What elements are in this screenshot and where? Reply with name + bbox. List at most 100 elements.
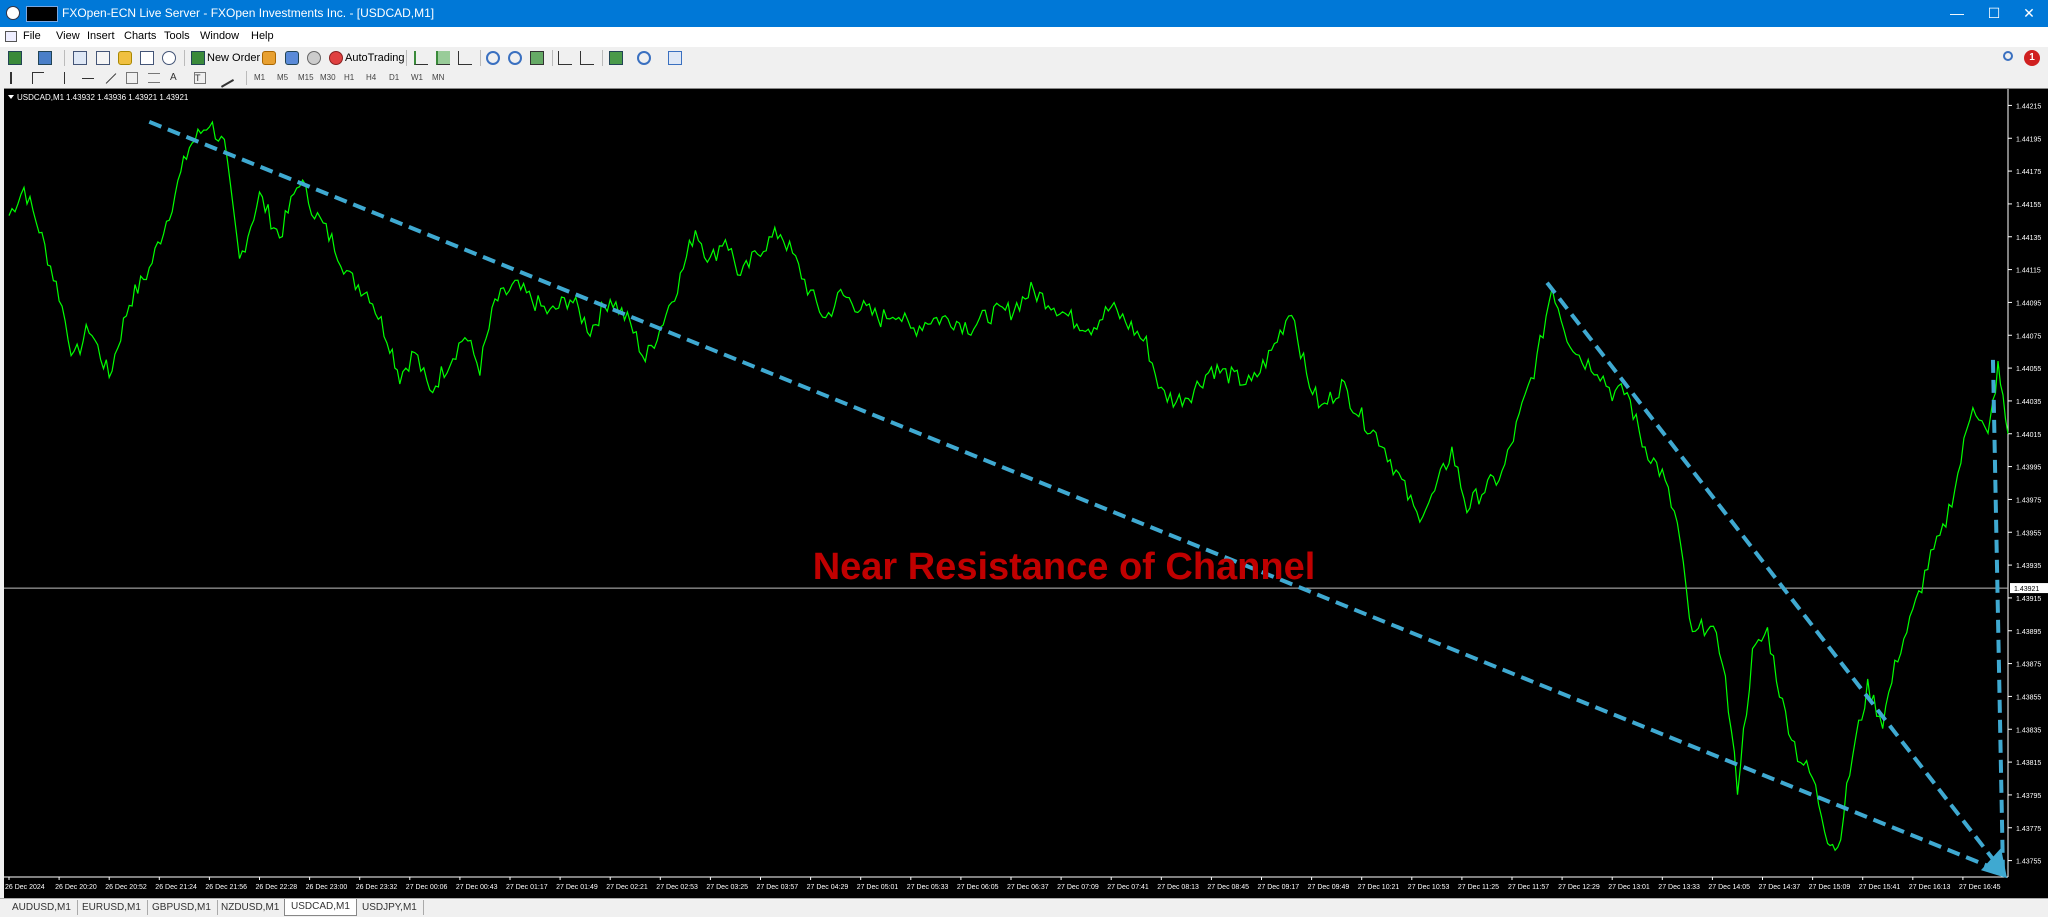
metaeditor-icon[interactable]	[262, 51, 276, 65]
price-tick-label: 1.43875	[2016, 662, 2041, 669]
menu-file[interactable]: File	[23, 30, 41, 42]
zoom-in-icon[interactable]	[486, 51, 500, 65]
time-tick-label: 27 Dec 00:06	[406, 884, 448, 891]
navigator-icon[interactable]	[118, 51, 132, 65]
tab-eurusd[interactable]: EURUSD,M1	[76, 900, 148, 915]
time-tick-label: 27 Dec 13:33	[1658, 884, 1700, 891]
time-tick-label: 27 Dec 06:05	[957, 884, 999, 891]
chart-tabs-bar: AUDUSD,M1 EURUSD,M1 GBPUSD,M1 NZDUSD,M1 …	[0, 898, 2048, 917]
menu-window[interactable]: Window	[200, 30, 239, 42]
trendline-icon[interactable]	[105, 73, 117, 84]
price-tick-label: 1.43835	[2016, 727, 2041, 734]
line-chart-icon[interactable]	[458, 51, 472, 65]
periods-icon[interactable]	[637, 51, 651, 65]
new-order-icon[interactable]	[191, 51, 205, 65]
close-button[interactable]: ✕	[2006, 0, 2048, 27]
zoom-out-icon[interactable]	[508, 51, 522, 65]
crosshair-icon[interactable]	[32, 72, 44, 84]
price-tick-label: 1.43895	[2016, 629, 2041, 636]
time-tick-label: 27 Dec 07:09	[1057, 884, 1099, 891]
price-chart[interactable]: USDCAD,M1 1.43932 1.43936 1.43921 1.4392…	[4, 89, 2048, 899]
tab-nzdusd[interactable]: NZDUSD,M1	[215, 900, 287, 915]
menu-insert[interactable]: Insert	[87, 30, 115, 42]
price-tick-label: 1.43755	[2016, 859, 2041, 866]
time-tick-label: 27 Dec 05:01	[857, 884, 899, 891]
time-tick-label: 26 Dec 21:56	[205, 884, 247, 891]
time-tick-label: 27 Dec 15:09	[1809, 884, 1851, 891]
time-tick-label: 27 Dec 01:17	[506, 884, 548, 891]
toolbar-separator	[602, 50, 603, 66]
cursor-icon[interactable]	[10, 72, 20, 84]
profiles-icon[interactable]	[38, 51, 52, 65]
window-title: FXOpen-ECN Live Server - FXOpen Investme…	[62, 6, 435, 20]
tab-usdcad[interactable]: USDCAD,M1	[284, 899, 357, 916]
price-tick-label: 1.43795	[2016, 793, 2041, 800]
auto-scroll-icon[interactable]	[580, 51, 594, 65]
tab-usdjpy[interactable]: USDJPY,M1	[356, 900, 424, 915]
strategy-tester-icon[interactable]	[162, 51, 176, 65]
app-icon[interactable]	[6, 6, 20, 20]
tile-windows-icon[interactable]	[530, 51, 544, 65]
time-tick-label: 27 Dec 09:49	[1308, 884, 1350, 891]
menu-view[interactable]: View	[56, 30, 80, 42]
timeframe-h1[interactable]: H1	[344, 73, 354, 82]
price-tick-label: 1.44095	[2016, 300, 2041, 307]
time-tick-label: 27 Dec 11:57	[1508, 884, 1549, 891]
market-icon[interactable]	[307, 51, 321, 65]
search-icon[interactable]	[2003, 51, 2013, 61]
timeframe-m15[interactable]: M15	[298, 73, 314, 82]
new-chart-icon[interactable]	[8, 51, 22, 65]
menu-help[interactable]: Help	[251, 30, 274, 42]
price-tick-label: 1.44055	[2016, 366, 2041, 373]
candlestick-chart-icon[interactable]	[436, 51, 450, 65]
tab-audusd[interactable]: AUDUSD,M1	[6, 900, 78, 915]
market-watch-icon[interactable]	[73, 51, 87, 65]
time-tick-label: 27 Dec 06:37	[1007, 884, 1049, 891]
indicators-icon[interactable]	[609, 51, 623, 65]
chart-window[interactable]: USDCAD,M1 1.43932 1.43936 1.43921 1.4392…	[4, 88, 2048, 899]
price-tick-label: 1.44115	[2016, 268, 2041, 275]
text-tool-icon[interactable]: A	[170, 72, 180, 84]
chart-shift-icon[interactable]	[558, 51, 572, 65]
menu-tools[interactable]: Tools	[164, 30, 190, 42]
menu-bar: File View Insert Charts Tools Window Hel…	[0, 27, 2048, 47]
time-tick-label: 27 Dec 16:45	[1959, 884, 2001, 891]
signals-icon[interactable]	[285, 51, 299, 65]
timeframe-m30[interactable]: M30	[320, 73, 336, 82]
horizontal-line-icon[interactable]	[82, 78, 94, 79]
title-bar: FXOpen-ECN Live Server - FXOpen Investme…	[0, 0, 2048, 27]
channel-icon[interactable]	[126, 72, 138, 84]
menu-charts[interactable]: Charts	[124, 30, 156, 42]
autotrading-icon[interactable]	[329, 51, 343, 65]
templates-icon[interactable]	[668, 51, 682, 65]
data-window-icon[interactable]	[96, 51, 110, 65]
price-tick-label: 1.43915	[2016, 596, 2041, 603]
notification-badge[interactable]: 1	[2024, 50, 2040, 66]
price-tick-label: 1.44015	[2016, 432, 2041, 439]
time-tick-label: 27 Dec 16:13	[1909, 884, 1951, 891]
timeframe-m5[interactable]: M5	[277, 73, 288, 82]
time-tick-label: 27 Dec 05:33	[907, 884, 949, 891]
time-tick-label: 27 Dec 08:13	[1157, 884, 1199, 891]
fibonacci-icon[interactable]	[148, 73, 160, 83]
timeframe-d1[interactable]: D1	[389, 73, 399, 82]
new-order-button[interactable]: New Order	[207, 52, 260, 64]
tab-gbpusd[interactable]: GBPUSD,M1	[146, 900, 218, 915]
timeframe-w1[interactable]: W1	[411, 73, 423, 82]
price-tick-label: 1.43955	[2016, 530, 2041, 537]
chart-window-icon[interactable]	[5, 31, 17, 42]
vertical-line-icon[interactable]	[64, 72, 65, 84]
price-tick-label: 1.44135	[2016, 235, 2041, 242]
timeframe-h4[interactable]: H4	[366, 73, 376, 82]
arrows-icon[interactable]	[215, 70, 235, 88]
time-tick-label: 26 Dec 22:28	[256, 884, 298, 891]
time-tick-label: 27 Dec 13:01	[1608, 884, 1650, 891]
timeframe-mn[interactable]: MN	[432, 73, 444, 82]
autotrading-button[interactable]: AutoTrading	[345, 52, 405, 64]
terminal-icon[interactable]	[140, 51, 154, 65]
price-tick-label: 1.44175	[2016, 169, 2041, 176]
text-label-icon[interactable]: T	[194, 72, 206, 84]
bar-chart-icon[interactable]	[414, 51, 428, 65]
time-tick-label: 27 Dec 02:21	[606, 884, 648, 891]
timeframe-m1[interactable]: M1	[254, 73, 265, 82]
